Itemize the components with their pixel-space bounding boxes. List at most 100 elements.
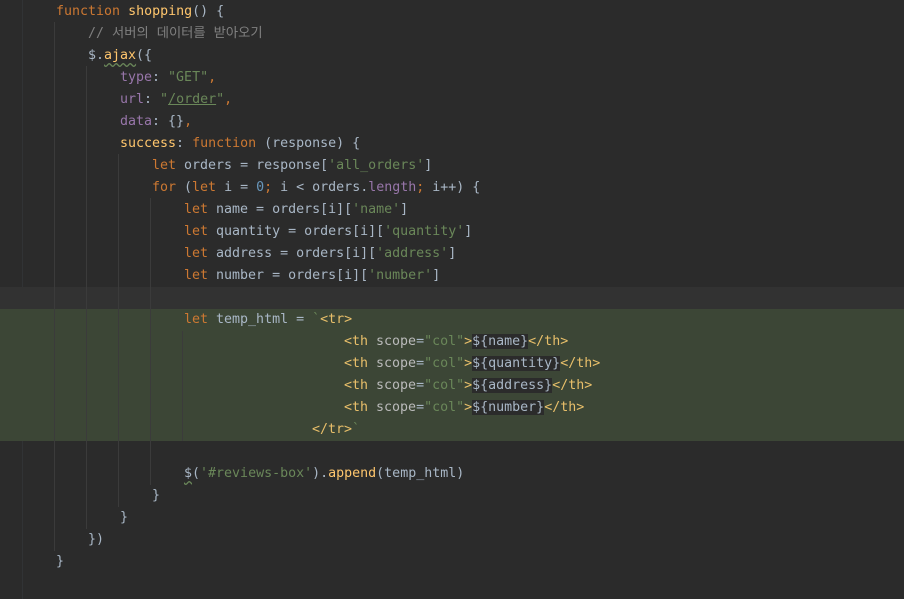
code-token: 'number' [368, 268, 433, 283]
code-line[interactable]: url: "/order", [0, 89, 904, 111]
code-token: = [416, 378, 425, 393]
code-line[interactable] [0, 441, 904, 463]
code-token: ${quantity} [472, 356, 561, 371]
code-token: : [152, 70, 169, 85]
code-token: $. [88, 48, 105, 63]
code-line[interactable]: } [0, 485, 904, 507]
code-line[interactable]: <th scope="col">${quantity}</th> [0, 353, 904, 375]
code-line[interactable]: data: {}, [0, 111, 904, 133]
code-line-text: let quantity = orders[i]['quantity'] [184, 221, 472, 243]
code-line-text: <th scope="col">${name}</th> [344, 331, 568, 353]
code-line[interactable]: <th scope="col">${name}</th> [0, 331, 904, 353]
code-token: ajax [104, 48, 137, 63]
code-line-text: // 서버의 데이터를 받아오기 [88, 23, 263, 45]
indent-guide [182, 331, 183, 441]
code-line[interactable]: // 서버의 데이터를 받아오기 [0, 23, 904, 45]
code-token: let [184, 312, 217, 327]
code-line[interactable]: } [0, 551, 904, 573]
code-token: } [56, 554, 65, 569]
code-line-text: url: "/order", [120, 89, 232, 111]
code-token: let [152, 158, 185, 173]
code-editor[interactable]: function shopping() {// 서버의 데이터를 받아오기 $.a… [0, 0, 904, 599]
code-token: > [464, 400, 473, 415]
code-line[interactable]: $.ajax({ [0, 45, 904, 67]
code-line[interactable]: </tr>` [0, 419, 904, 441]
code-line-text: success: function (response) { [120, 133, 360, 155]
code-line[interactable]: let name = orders[i]['name'] [0, 199, 904, 221]
code-line[interactable]: let address = orders[i]['address'] [0, 243, 904, 265]
code-token: scope [376, 334, 417, 349]
code-line[interactable]: function shopping() { [0, 1, 904, 23]
code-line[interactable]: let number = orders[i]['number'] [0, 265, 904, 287]
code-token: ] [464, 224, 473, 239]
indent-guide [150, 198, 151, 485]
code-token: > [464, 334, 473, 349]
code-line[interactable]: }) [0, 529, 904, 551]
code-token: type [120, 70, 153, 85]
code-token: i < orders. [280, 180, 369, 195]
code-line-text: type: "GET", [120, 67, 216, 89]
code-token: let [192, 180, 225, 195]
code-line[interactable]: let temp_html = `<tr> [0, 309, 904, 331]
code-line[interactable]: type: "GET", [0, 67, 904, 89]
code-token: quantity = orders[i][ [216, 224, 385, 239]
code-line-text: let number = orders[i]['number'] [184, 265, 440, 287]
code-token: , [208, 70, 217, 85]
code-token: ; [264, 180, 281, 195]
code-token: number = orders[i][ [216, 268, 369, 283]
code-token: </th> [544, 400, 585, 415]
code-token: } [152, 488, 161, 503]
code-token: <th [344, 356, 377, 371]
code-token: ${address} [472, 378, 553, 393]
code-token: () { [192, 4, 225, 19]
code-token: shopping [128, 4, 193, 19]
code-token: <th [344, 378, 377, 393]
code-token: > [464, 356, 473, 371]
code-line-text: } [120, 507, 128, 529]
code-token: scope [376, 400, 417, 415]
code-line-text: let address = orders[i]['address'] [184, 243, 456, 265]
code-token: ( [192, 466, 201, 481]
code-token: scope [376, 356, 417, 371]
code-token: ; [416, 180, 433, 195]
code-token: <th [344, 334, 377, 349]
code-token: 0 [256, 180, 265, 195]
indent-guide [118, 154, 119, 507]
code-token: let [184, 224, 217, 239]
code-line-text: <th scope="col">${number}</th> [344, 397, 584, 419]
code-token: "GET" [168, 70, 209, 85]
code-token: data [120, 114, 153, 129]
code-token: ` [352, 422, 361, 437]
code-token: /order [168, 92, 217, 107]
code-line[interactable]: let quantity = orders[i]['quantity'] [0, 221, 904, 243]
code-token: , [184, 114, 193, 129]
code-token: (response) { [264, 136, 361, 151]
code-token: orders = response[ [184, 158, 329, 173]
code-line-text: } [152, 485, 160, 507]
code-token: (temp_html) [376, 466, 465, 481]
code-token: i = [224, 180, 257, 195]
code-line[interactable] [0, 287, 904, 309]
code-line[interactable]: let orders = response['all_orders'] [0, 155, 904, 177]
code-token: } [120, 510, 129, 525]
code-token: ] [448, 246, 457, 261]
code-token: ] [432, 268, 441, 283]
code-token: for [152, 180, 185, 195]
code-line[interactable]: for (let i = 0; i < orders.length; i++) … [0, 177, 904, 199]
code-line[interactable]: } [0, 507, 904, 529]
code-token: ] [400, 202, 409, 217]
code-line-text: } [56, 551, 64, 573]
code-token: ${number} [472, 400, 545, 415]
code-token: ${name} [472, 334, 529, 349]
code-token: let [184, 268, 217, 283]
code-line[interactable]: $('#reviews-box').append(temp_html) [0, 463, 904, 485]
code-line[interactable]: <th scope="col">${number}</th> [0, 397, 904, 419]
code-token: 'all_orders' [328, 158, 425, 173]
code-token: ({ [136, 48, 153, 63]
code-token: function [56, 4, 129, 19]
code-line-text: </tr>` [312, 419, 360, 441]
code-line[interactable]: success: function (response) { [0, 133, 904, 155]
code-token: i++) { [432, 180, 481, 195]
code-line[interactable]: <th scope="col">${address}</th> [0, 375, 904, 397]
code-token: "col" [424, 378, 465, 393]
